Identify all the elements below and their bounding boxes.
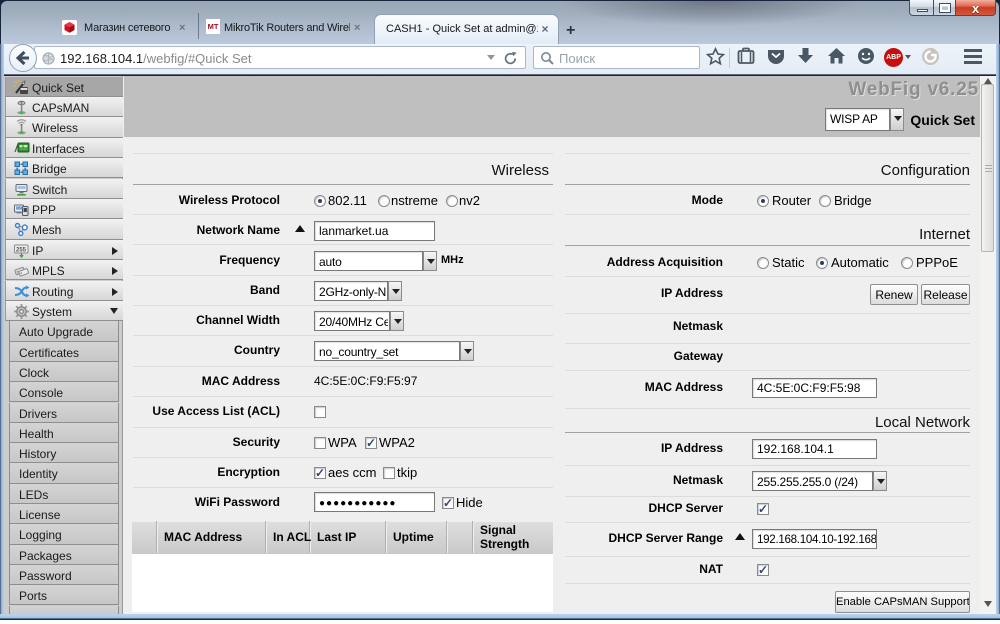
svg-text:255: 255: [16, 247, 27, 253]
